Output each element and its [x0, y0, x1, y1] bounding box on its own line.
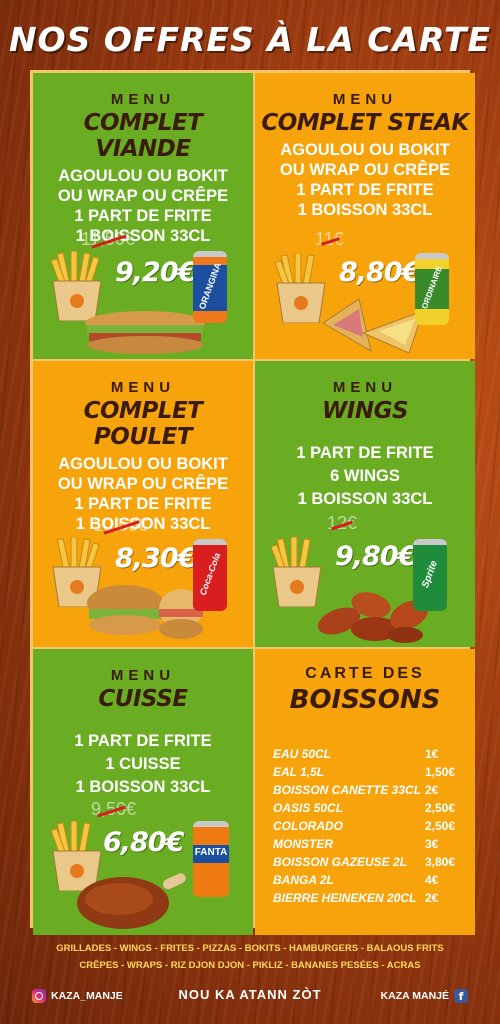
crepe-wrap-icon [322, 298, 424, 354]
drinks-title: BOISSONS [289, 685, 441, 715]
drink-row: BANGA 2L 4€ [273, 873, 439, 887]
old-price: 12€ [327, 513, 357, 534]
menu-contents: AGOULOU OU BOKIT OU WRAP OU CRÊPE 1 PART… [33, 166, 253, 246]
menu-contents: 1 PART DE FRITE 1 CUISSE 1 BOISSON 33CL [33, 730, 253, 799]
menu-line: 1 BOISSON 33CL [297, 201, 433, 219]
menu-line: OU WRAP OU CRÊPE [57, 187, 229, 205]
new-price: 8,80€ [339, 257, 420, 288]
menu-line: AGOULOU OU BOKIT [58, 167, 228, 185]
menu-contents: AGOULOU OU BOKIT OU WRAP OU CRÊPE 1 PART… [255, 140, 475, 220]
drink-row: BIERRE HEINEKEN 20CL 2€ [273, 891, 439, 905]
menu-line: 1 BOISSON 33CL [297, 490, 433, 508]
facebook-handle[interactable]: KAZA MANJÉ f [381, 989, 468, 1003]
new-price: 9,80€ [335, 541, 416, 572]
tagline-line: GRILLADES - WINGS - FRITES - PIZZAS - BO… [56, 943, 444, 954]
drink-row: EAU 50CL 1€ [273, 747, 439, 761]
menu-name: CUISSE [98, 686, 188, 712]
sprite-can-icon: Sprite [413, 539, 447, 611]
drinks-list: EAU 50CL 1€ EAL 1,5L 1,50€ BOISSON CANETTE… [273, 745, 463, 907]
menu-label: MENU [332, 379, 398, 396]
menu-line: 1 PART DE FRITE [74, 495, 212, 513]
offers-grid: MENU COMPLET VIANDE AGOULOU OU BOKIT OU … [30, 70, 475, 935]
drink-row: MONSTER 3€ [273, 837, 439, 851]
sandwich-icon [85, 311, 205, 354]
new-price: 9,20€ [115, 257, 196, 288]
drink-row: COLORADO 2,50€ [273, 819, 456, 833]
old-price: 11,50€ [81, 229, 135, 250]
menu-card-complet-steak: MENU COMPLET STEAK AGOULOU OU BOKIT OU W… [255, 73, 475, 359]
drink-row: BOISSON GAZEUSE 2L 3,80€ [273, 855, 456, 869]
menu-card-complet-viande: MENU COMPLET VIANDE AGOULOU OU BOKIT OU … [33, 73, 253, 359]
new-price: 8,30€ [115, 543, 196, 574]
old-price: 9,50€ [91, 799, 136, 820]
menu-label: MENU [110, 91, 176, 108]
food-categories-tagline: GRILLADES - WINGS - FRITES - PIZZAS - BO… [30, 940, 470, 974]
facebook-icon: f [454, 989, 468, 1003]
orangina-can-icon: ORANGINA [193, 251, 227, 323]
menu-line: AGOULOU OU BOKIT [58, 455, 228, 473]
menu-line: OU WRAP OU CRÊPE [57, 475, 229, 493]
menu-line: 1 PART DE FRITE [296, 181, 434, 199]
menu-line: 1 BOISSON 33CL [75, 227, 211, 245]
menu-name: COMPLET VIANDE [83, 110, 203, 162]
menu-line: 1 CUISSE [105, 755, 181, 773]
menu-name: WINGS [321, 398, 409, 424]
menu-label: MENU [110, 667, 176, 684]
footer: KAZA_MANJE NOU KA ATANN ZÒT KAZA MANJÉ f [0, 985, 500, 1009]
coca-cola-can-icon: Coca-Cola [193, 539, 227, 611]
menu-line: AGOULOU OU BOKIT [280, 141, 450, 159]
drink-row: OASIS 50CL 2,50€ [273, 801, 456, 815]
chicken-leg-icon [77, 873, 186, 929]
menu-name: COMPLET POULET [83, 398, 203, 450]
menu-card-cuisse: MENU CUISSE 1 PART DE FRITE 1 CUISSE 1 B… [33, 649, 253, 935]
drinks-label: CARTE DES [305, 665, 425, 682]
menu-name: COMPLET STEAK [261, 110, 469, 136]
old-price: 10,50€ [93, 515, 148, 536]
menu-label: MENU [332, 91, 398, 108]
tagline-line: CRÊPES - WRAPS - RIZ DJON DJON - PIKLIZ … [79, 960, 421, 971]
menu-line: 1 PART DE FRITE [74, 732, 212, 750]
drinks-card: CARTE DES BOISSONS EAU 50CL 1€ EAL 1,5L 1,… [255, 649, 475, 935]
menu-card-complet-poulet: MENU COMPLET POULET AGOULOU OU BOKIT OU … [33, 361, 253, 647]
menu-line: OU WRAP OU CRÊPE [279, 161, 451, 179]
menu-line: 1 PART DE FRITE [296, 444, 434, 462]
menu-contents: 1 PART DE FRITE 6 WINGS 1 BOISSON 33CL [255, 442, 475, 511]
menu-line: 1 BOISSON 33CL [75, 778, 211, 796]
old-price: 11€ [315, 229, 344, 250]
menu-card-wings: MENU WINGS 1 PART DE FRITE 6 WINGS 1 BOI… [255, 361, 475, 647]
fanta-can-icon: FANTA [193, 821, 229, 897]
menu-line: 6 WINGS [330, 467, 400, 485]
page-title: NOS OFFRES À LA CARTE [8, 20, 492, 59]
menu-line: 1 PART DE FRITE [74, 207, 212, 225]
menu-label: MENU [110, 379, 176, 396]
chicken-burger-icon [87, 585, 203, 639]
facebook-label: KAZA MANJÉ [380, 990, 449, 1002]
drink-row: BOISSON CANETTE 33CL 2€ [273, 783, 439, 797]
new-price: 6,80€ [103, 827, 184, 858]
ordinaire-can-icon: ORDINAIRE [415, 253, 449, 325]
drink-row: EAL 1,5L 1,50€ [273, 765, 456, 779]
